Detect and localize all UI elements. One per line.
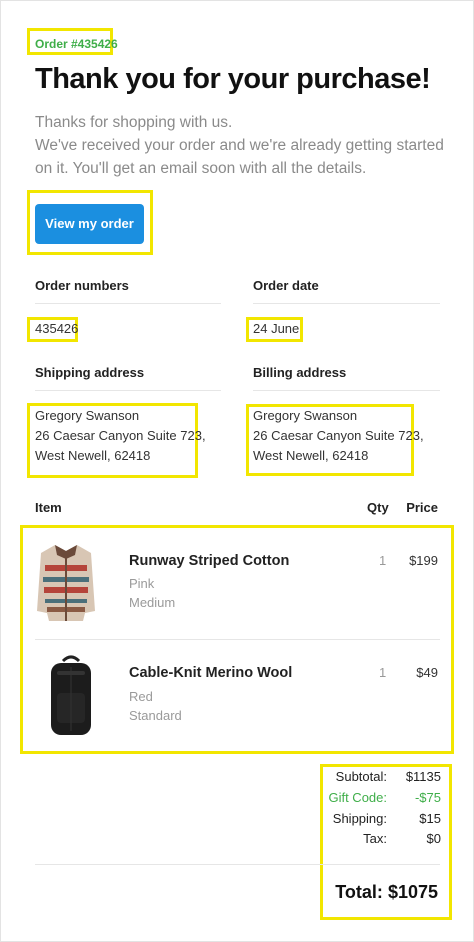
gift-code-value: -$75 [414, 790, 441, 805]
page-title: Thank you for your purchase! [35, 63, 431, 95]
shipping-value: $15 [419, 811, 441, 826]
item-name: Runway Striped Cotton [129, 553, 290, 569]
item-qty: 1 [379, 665, 387, 680]
item-qty: 1 [379, 553, 387, 568]
billing-city: West Newell, 62418 [253, 448, 369, 463]
order-confirmation-page: Order #435426 Thank you for your purchas… [0, 0, 474, 942]
divider [35, 390, 221, 391]
subtotal-label: Subtotal: [335, 769, 387, 784]
order-date-label: Order date [253, 278, 319, 293]
billing-address-label: Billing address [253, 365, 347, 380]
shipping-row: Shipping: $15 [321, 811, 441, 831]
order-number-value: 435426 [35, 321, 79, 336]
total-label: Total: [335, 882, 383, 902]
billing-street: 26 Caesar Canyon Suite 723, [253, 428, 424, 443]
qty-column-header: Qty [367, 500, 389, 515]
subtotal-row: Subtotal: $1135 [321, 769, 441, 789]
gift-code-label: Gift Code: [328, 790, 387, 805]
shipping-street: 26 Caesar Canyon Suite 723, [35, 428, 206, 443]
item-price: $199 [409, 553, 438, 568]
divider [35, 639, 440, 640]
tax-value: $0 [426, 831, 441, 846]
divider [35, 303, 221, 304]
item-name: Cable-Knit Merino Wool [129, 665, 293, 681]
billing-address: Gregory Swanson 26 Caesar Canyon Suite 7… [253, 406, 424, 466]
order-date-value: 24 June [253, 321, 300, 336]
shipping-label: Shipping: [332, 811, 387, 826]
item-price: $49 [416, 665, 438, 680]
item-color: Pink [129, 576, 155, 591]
gift-code-row: Gift Code: -$75 [321, 790, 441, 810]
total-value: $1075 [387, 882, 438, 902]
order-numbers-label: Order numbers [35, 278, 129, 293]
intro-line-1: Thanks for shopping with us. [35, 114, 233, 131]
intro-line-2: We've received your order and we're alre… [35, 137, 444, 177]
shipping-city: West Newell, 62418 [35, 448, 151, 463]
divider [35, 864, 440, 865]
tax-row: Tax: $0 [321, 831, 441, 851]
intro-text: Thanks for shopping with us. We've recei… [35, 111, 445, 180]
divider [253, 390, 440, 391]
shipping-address: Gregory Swanson 26 Caesar Canyon Suite 7… [35, 406, 206, 466]
billing-name: Gregory Swanson [253, 408, 358, 423]
item-column-header: Item [35, 500, 62, 515]
shipping-name: Gregory Swanson [35, 408, 140, 423]
backpack-image [51, 655, 91, 735]
item-size: Standard [129, 708, 182, 723]
sweater-image [37, 545, 95, 621]
order-tag: Order #435426 [35, 37, 118, 51]
price-column-header: Price [406, 500, 438, 515]
shipping-address-label: Shipping address [35, 365, 145, 380]
total: Total: $1075 [335, 882, 438, 903]
divider [253, 303, 440, 304]
subtotal-value: $1135 [405, 769, 441, 784]
view-order-button[interactable]: View my order [35, 204, 144, 244]
tax-label: Tax: [363, 831, 387, 846]
item-size: Medium [129, 595, 176, 610]
item-color: Red [129, 689, 153, 704]
